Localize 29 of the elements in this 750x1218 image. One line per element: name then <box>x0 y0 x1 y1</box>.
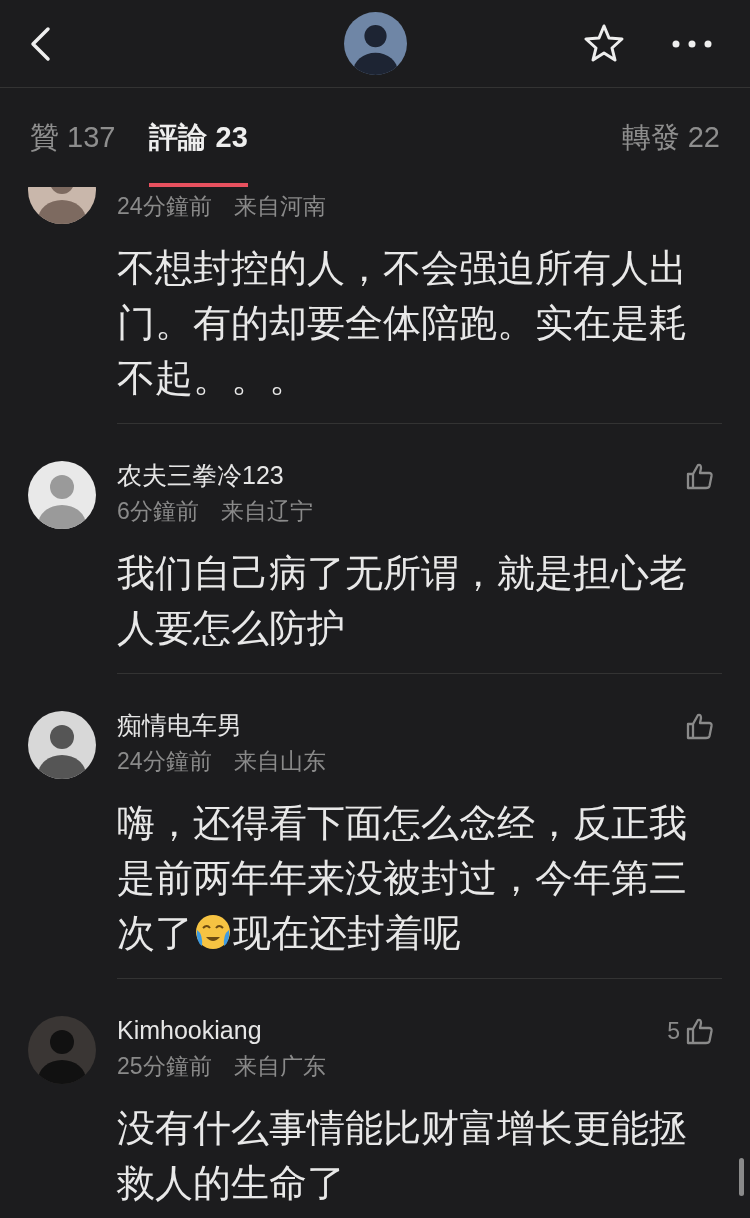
thumbs-up-icon[interactable] <box>686 712 714 740</box>
comment-time: 25分鐘前 <box>117 1052 212 1081</box>
comment-text: 次了 <box>117 911 193 956</box>
username[interactable]: Kimhookiang <box>117 1012 262 1048</box>
comment-time: 6分鐘前 <box>117 497 199 526</box>
comment-text: 嗨，还得看下面怎么念经，反正我是前两年年来没被封过，今年第三 <box>117 801 688 901</box>
scrollbar <box>739 1158 744 1196</box>
username[interactable]: 痴情电车男 <box>117 707 242 743</box>
username[interactable]: 农夫三拳冷123 <box>117 457 284 493</box>
comment-text: 不想封控的人，不会强迫所有人出门。有的却要全体陪跑。实在是耗不起。。。 <box>117 246 688 401</box>
back-icon[interactable] <box>28 26 52 62</box>
comment-location: 来自辽宁 <box>220 497 313 526</box>
more-icon[interactable] <box>672 40 712 48</box>
comment-location: 来自河南 <box>233 192 326 221</box>
comment-text: 我们自己病了无所谓，就是担心老人要怎么防护 <box>117 551 688 651</box>
comment-location: 来自广东 <box>233 1052 326 1081</box>
like-count: 5 <box>667 1017 680 1045</box>
comment-text: 没有什么事情能比财富增长更能拯救人的生命了 <box>117 1106 688 1206</box>
star-icon[interactable] <box>584 24 624 62</box>
comment-location: 来自山东 <box>233 747 326 776</box>
tab[interactable]: 贊 137 <box>30 88 116 187</box>
tab[interactable]: 評論 23 <box>149 88 248 187</box>
comment-text: 现在还封着呢 <box>233 911 461 956</box>
tab[interactable]: 轉發 22 <box>621 88 720 187</box>
comment-time: 24分鐘前 <box>117 192 212 221</box>
comment-time: 24分鐘前 <box>117 747 212 776</box>
thumbs-up-icon[interactable] <box>686 1017 714 1045</box>
thumbs-up-icon[interactable] <box>686 462 714 490</box>
crying-face-icon <box>193 912 233 952</box>
